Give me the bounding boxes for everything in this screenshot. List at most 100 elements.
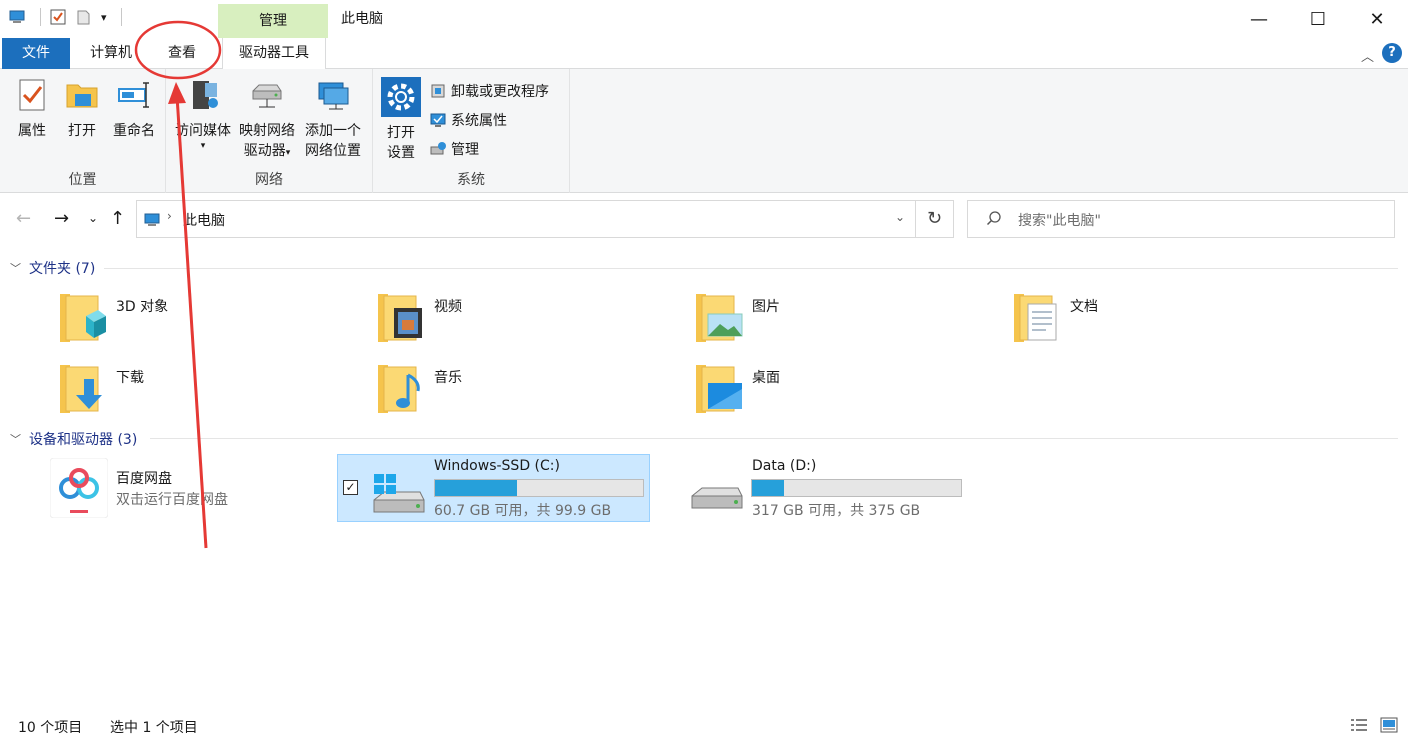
folder-documents[interactable]: 文档 xyxy=(1012,290,1312,350)
breadcrumb-this-pc[interactable]: 此电脑 xyxy=(183,210,225,230)
rename-button[interactable]: 重命名 xyxy=(106,77,162,141)
view-switcher xyxy=(1350,717,1398,733)
access-media-icon xyxy=(193,81,218,109)
address-dropdown-icon[interactable]: ⌄ xyxy=(895,210,905,224)
selected-count: 选中 1 个项目 xyxy=(110,720,198,736)
navigation-bar: ← → ⌄ ↑ › 此电脑 ⌄ ↻ 搜索"此电脑" xyxy=(0,200,1408,238)
properties-check-icon[interactable] xyxy=(49,8,67,26)
add-network-location-button[interactable]: 添加一个 网络位置 xyxy=(300,77,366,161)
separator xyxy=(120,8,122,26)
baidu-netdisk-icon xyxy=(50,458,108,518)
ribbon-collapse-icon[interactable]: ︿ xyxy=(1361,46,1374,65)
section-divider xyxy=(104,268,1398,269)
folder-pictures[interactable]: 图片 xyxy=(694,290,994,350)
uninstall-button[interactable]: 卸载或更改程序 xyxy=(429,81,549,101)
new-folder-icon[interactable] xyxy=(75,8,93,26)
baidu-netdisk-item[interactable]: 百度网盘 双击运行百度网盘 xyxy=(48,456,328,524)
folders-section-title: 文件夹 (7) xyxy=(29,261,96,277)
close-button[interactable]: ✕ xyxy=(1348,0,1406,38)
folder-videos[interactable]: 视频 xyxy=(376,290,676,350)
section-divider xyxy=(150,438,1398,439)
open-settings-label-1: 打开 xyxy=(387,125,415,141)
minimize-button[interactable]: — xyxy=(1230,0,1288,38)
breadcrumb-separator-icon[interactable]: › xyxy=(167,209,172,223)
window-title: 此电脑 xyxy=(341,11,383,27)
folder-3d-objects[interactable]: 3D 对象 xyxy=(58,290,358,350)
collapse-chevron-icon[interactable]: ﹀ xyxy=(10,431,21,447)
folder-label: 文档 xyxy=(1070,299,1098,315)
drive-c-usage-fill xyxy=(435,480,517,496)
rename-icon xyxy=(118,82,149,108)
add-location-label-1: 添加一个 xyxy=(305,123,361,139)
ribbon-tab-row: 文件 计算机 查看 驱动器工具 ︿ ? xyxy=(0,38,1408,70)
downloads-folder-icon xyxy=(60,365,102,413)
manage-label: 管理 xyxy=(451,142,479,158)
selection-checkbox[interactable]: ✓ xyxy=(343,480,358,495)
up-icon[interactable]: ↑ xyxy=(110,208,125,229)
folder-downloads[interactable]: 下载 xyxy=(58,361,358,421)
group-label-system: 系统 xyxy=(457,172,485,188)
map-drive-label-1: 映射网络 xyxy=(239,123,295,139)
baidu-netdisk-name: 百度网盘 xyxy=(116,471,172,487)
open-settings-button[interactable]: 打开 设置 xyxy=(379,77,423,163)
desktop-folder-icon xyxy=(696,365,742,413)
forward-icon[interactable]: → xyxy=(54,208,69,229)
uninstall-icon xyxy=(431,84,445,98)
qat-dropdown-icon[interactable]: ▾ xyxy=(101,11,107,24)
3d-objects-folder-icon xyxy=(60,294,106,342)
manage-contextual-tab[interactable]: 管理 xyxy=(218,4,328,38)
settings-gear-icon xyxy=(381,77,421,117)
recent-locations-icon[interactable]: ⌄ xyxy=(88,211,98,225)
folders-section-header[interactable]: ﹀ 文件夹 (7) xyxy=(10,258,95,278)
access-media-button[interactable]: 访问媒体 ▾ xyxy=(170,77,236,151)
folder-desktop[interactable]: 桌面 xyxy=(694,361,994,421)
open-button[interactable]: 打开 xyxy=(58,77,106,141)
this-pc-icon[interactable] xyxy=(8,8,26,26)
back-icon[interactable]: ← xyxy=(16,208,31,229)
search-input[interactable]: 搜索"此电脑" xyxy=(967,200,1395,238)
folder-music[interactable]: 音乐 xyxy=(376,361,676,421)
manage-icon xyxy=(430,142,446,155)
collapse-chevron-icon[interactable]: ﹀ xyxy=(10,260,21,276)
system-properties-button[interactable]: 系统属性 xyxy=(429,110,507,130)
search-icon xyxy=(986,211,1001,226)
tab-computer[interactable]: 计算机 xyxy=(82,38,140,69)
properties-icon xyxy=(19,79,45,111)
ribbon-group-location: 属性 打开 重命名 位置 xyxy=(0,69,166,193)
help-icon[interactable]: ? xyxy=(1382,43,1402,63)
maximize-button[interactable]: ☐ xyxy=(1289,0,1347,38)
documents-folder-icon xyxy=(1014,294,1057,342)
folder-label: 3D 对象 xyxy=(116,299,169,315)
details-view-icon[interactable] xyxy=(1350,717,1368,733)
tab-view[interactable]: 查看 xyxy=(152,38,212,69)
network-location-icon xyxy=(318,82,349,110)
manage-button[interactable]: 管理 xyxy=(429,139,479,159)
properties-button[interactable]: 属性 xyxy=(8,77,56,141)
drive-c[interactable]: Windows-SSD (C:) 60.7 GB 可用，共 99.9 GB xyxy=(366,456,646,524)
dropdown-arrow-icon: ▾ xyxy=(200,141,206,151)
drive-d[interactable]: Data (D:) 317 GB 可用，共 375 GB xyxy=(686,456,966,524)
group-label-network: 网络 xyxy=(255,172,283,188)
item-count: 10 个项目 xyxy=(18,720,83,736)
folder-label: 桌面 xyxy=(752,370,780,386)
drive-c-usage-bar xyxy=(434,479,644,497)
drive-d-usage-bar xyxy=(751,479,962,497)
refresh-button[interactable]: ↻ xyxy=(916,200,954,238)
map-drive-label-2: 驱动器▾ xyxy=(243,143,291,159)
tab-file[interactable]: 文件 xyxy=(2,38,70,69)
ribbon-group-system: 打开 设置 卸载或更改程序 系统属性 管理 系统 xyxy=(373,69,570,193)
rename-label: 重命名 xyxy=(113,123,155,139)
devices-section-header[interactable]: ﹀ 设备和驱动器 (3) xyxy=(10,429,137,449)
quick-access-toolbar: ▾ xyxy=(8,8,122,26)
folder-label: 音乐 xyxy=(434,370,462,386)
drive-c-free-space: 60.7 GB 可用，共 99.9 GB xyxy=(434,503,612,519)
search-placeholder: 搜索"此电脑" xyxy=(1018,213,1101,229)
separator xyxy=(40,8,41,26)
this-pc-icon xyxy=(144,213,160,226)
music-folder-icon xyxy=(378,365,420,413)
large-icons-view-icon[interactable] xyxy=(1380,717,1398,733)
address-bar[interactable]: › 此电脑 ⌄ xyxy=(136,200,916,238)
access-media-label: 访问媒体 xyxy=(175,123,231,139)
tab-drive-tools[interactable]: 驱动器工具 xyxy=(222,38,326,70)
map-network-drive-button[interactable]: 映射网络 驱动器▾ xyxy=(236,77,298,163)
